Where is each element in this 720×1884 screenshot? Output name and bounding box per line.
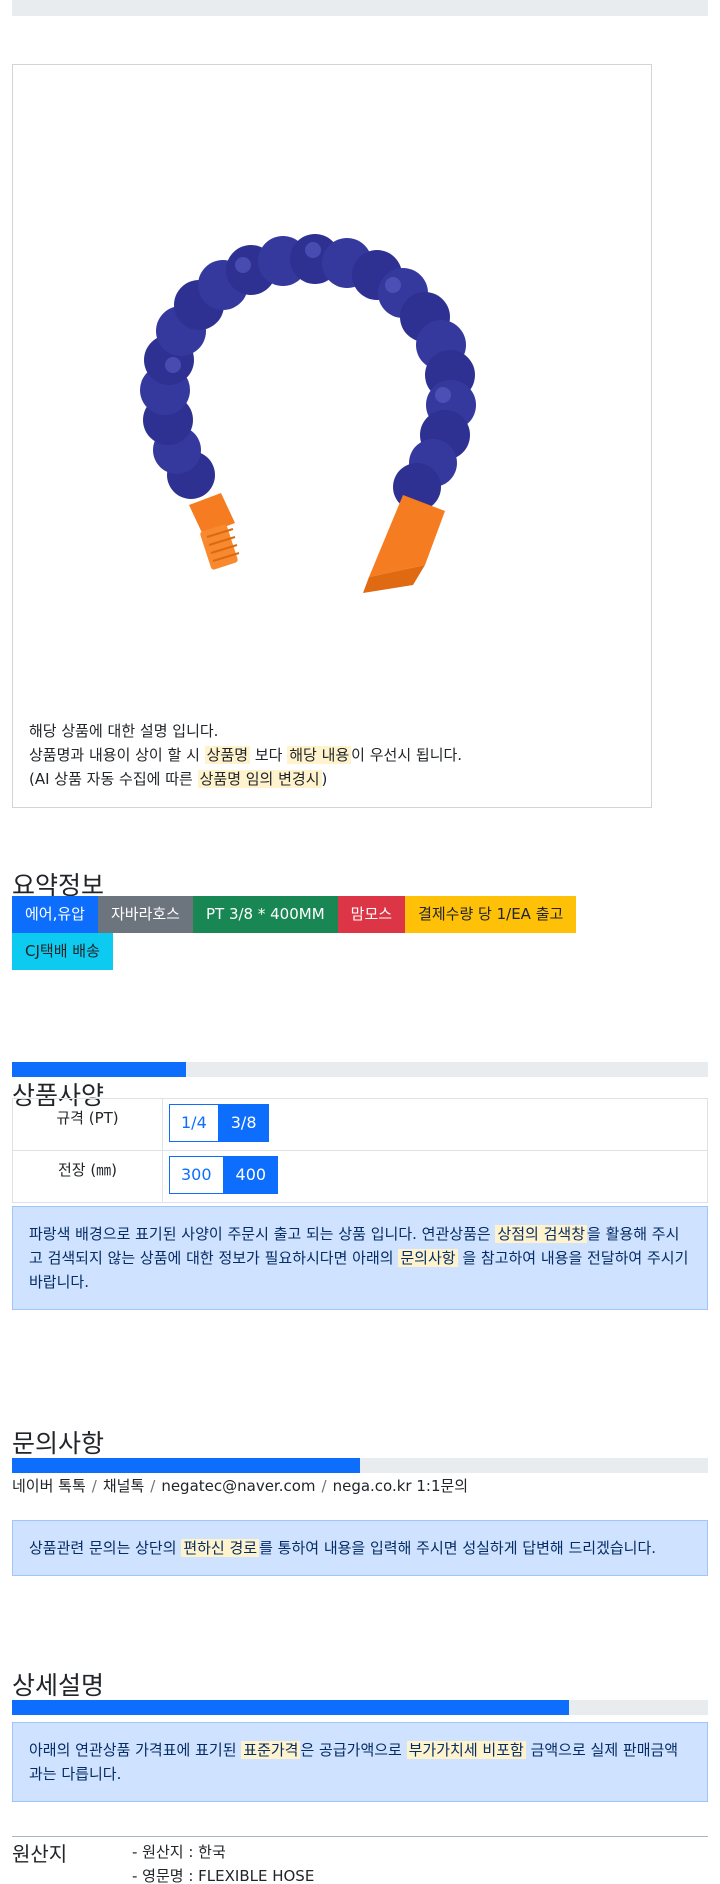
origin-label: 원산지: [12, 1842, 68, 1866]
spec-options-standard: 1/4 3/8: [162, 1098, 708, 1151]
detail-notice: 아래의 연관상품 가격표에 표기된 표준가격 은 공급가액으로 부가가치세 비포함…: [12, 1722, 708, 1802]
description-line-1: 해당 상품에 대한 설명 입니다.: [29, 722, 219, 740]
product-image: [140, 234, 476, 593]
contact-links: 네이버 톡톡 / 채널톡 / negatec@naver.com / nega.co.kr …: [12, 1477, 469, 1495]
highlight-name-change: 상품명 임의 변경시: [197, 770, 322, 788]
description-line-2: 상품명과 내용이 상이 할 시 상품명 보다 해당 내용 이 우선시 됩니다.: [29, 746, 463, 764]
spec-progress-fill: [12, 1062, 186, 1077]
contact-channel-talk[interactable]: 채널톡: [103, 1477, 144, 1495]
inquiry-title: 문의사항: [12, 1429, 105, 1458]
top-bar: [12, 0, 708, 16]
option-400[interactable]: 400: [223, 1156, 279, 1194]
origin-info: - 원산지 : 한국 - 영문명 : FLEXIBLE HOSE: [132, 1840, 314, 1884]
highlight-vat: 부가가치세 비포함: [406, 1741, 526, 1759]
product-image-card: 해당 상품에 대한 설명 입니다. 상품명과 내용이 상이 할 시 상품명 보다…: [12, 64, 652, 808]
badge-category: 에어,유압: [12, 896, 98, 933]
spec-row-length: 전장 (㎜) 300 400: [12, 1150, 708, 1203]
spec-notice: 파랑색 배경으로 표기된 사양이 주문시 출고 되는 상품 입니다. 연관상품은…: [12, 1206, 708, 1310]
spec-label-length: 전장 (㎜): [12, 1150, 163, 1203]
origin-divider: [12, 1836, 708, 1837]
origin-country: - 원산지 : 한국: [132, 1843, 226, 1861]
highlight-search: 상점의 검색창: [495, 1225, 588, 1243]
spec-table: 규격 (PT) 1/4 3/8 전장 (㎜) 300 400: [12, 1098, 708, 1203]
highlight-content: 해당 내용: [287, 746, 352, 764]
hose-segments: [140, 234, 476, 511]
spec-options-length: 300 400: [162, 1150, 708, 1203]
left-fitting: [189, 493, 240, 570]
highlight-inquiry: 문의사항: [398, 1249, 458, 1267]
inquiry-notice: 상품관련 문의는 상단의 편하신 경로 를 통하여 내용을 입력해 주시면 성실하…: [12, 1520, 708, 1576]
highlight-standard-price: 표준가격: [241, 1741, 301, 1759]
badge-shipping: CJ택배 배송: [12, 933, 113, 970]
spec-row-standard: 규격 (PT) 1/4 3/8: [12, 1098, 708, 1151]
detail-progress-fill: [12, 1700, 569, 1715]
contact-naver-talk[interactable]: 네이버 톡톡: [12, 1477, 86, 1495]
spec-progress: [12, 1062, 708, 1077]
detail-progress: [12, 1700, 708, 1715]
option-1-4[interactable]: 1/4: [169, 1104, 219, 1142]
summary-badges: 에어,유압 자바라호스 PT 3/8 * 400MM 맘모스 결제수량 당 1/…: [12, 896, 642, 970]
inquiry-progress: [12, 1458, 708, 1473]
description-line-3: (AI 상품 자동 수집에 따른 상품명 임의 변경시): [29, 770, 328, 788]
product-description: 해당 상품에 대한 설명 입니다. 상품명과 내용이 상이 할 시 상품명 보다…: [29, 719, 462, 791]
badge-brand: 맘모스: [337, 896, 406, 933]
contact-email[interactable]: negatec@naver.com: [161, 1477, 315, 1495]
origin-english-name: - 영문명 : FLEXIBLE HOSE: [132, 1867, 315, 1884]
badge-type: 자바라호스: [97, 896, 193, 933]
inquiry-progress-fill: [12, 1458, 360, 1473]
option-3-8[interactable]: 3/8: [218, 1104, 269, 1142]
spec-label-standard: 규격 (PT): [12, 1098, 163, 1151]
right-nozzle: [363, 495, 445, 593]
badge-size: PT 3/8 * 400MM: [192, 896, 338, 933]
contact-one-to-one[interactable]: nega.co.kr 1:1문의: [333, 1477, 469, 1495]
highlight-product-name: 상품명: [204, 746, 251, 764]
badge-quantity: 결제수량 당 1/EA 출고: [405, 896, 577, 933]
highlight-route: 편하신 경로: [181, 1539, 260, 1557]
detail-title: 상세설명: [12, 1671, 105, 1700]
option-300[interactable]: 300: [169, 1156, 224, 1194]
